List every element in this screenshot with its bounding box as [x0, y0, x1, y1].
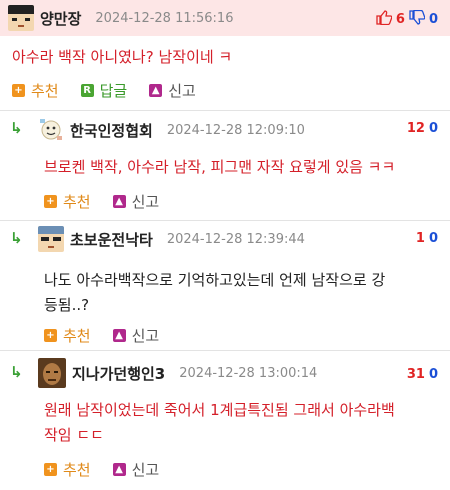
timestamp: 2024-12-28 11:56:16: [95, 10, 234, 26]
nickname[interactable]: 초보운전낙타: [70, 229, 153, 250]
reply-button[interactable]: R 답글: [80, 80, 127, 101]
thumb-up-icon[interactable]: [376, 10, 393, 29]
comment-1: 양만장 2024-12-28 11:56:16 6 0 아수라 백작 아니였나?…: [0, 0, 450, 111]
avatar[interactable]: [38, 226, 64, 252]
timestamp: 2024-12-28 12:39:44: [166, 231, 305, 247]
siren-icon: ▲: [112, 329, 126, 342]
thumb-down-icon[interactable]: [409, 9, 426, 29]
recommend-button[interactable]: + 추천: [44, 191, 91, 212]
comment-text: 원래 남작이었는데 죽어서 1계급특진됨 그래서 아수라백 작임 ㄷㄷ: [44, 398, 444, 448]
downvote-count: 0: [428, 121, 438, 136]
upvote-count: 1: [415, 231, 425, 246]
comment-text: 나도 아수라백작으로 기억하고있는데 언제 남작으로 강 등됨..?: [44, 268, 444, 318]
comment-2: ↳ 한국인정협회 2024-12-28 12:09:10 12 0 브로켄 백작…: [0, 111, 450, 221]
comment-4: ↳ 지나가던행인3 2024-12-28 13:00:14 31 0 원래 남작…: [0, 351, 450, 490]
upvote-count: 6: [395, 12, 405, 27]
downvote-count: 0: [428, 231, 438, 246]
avatar[interactable]: [38, 117, 64, 143]
downvote-count: 0: [428, 12, 438, 27]
report-button[interactable]: ▲ 신고: [112, 325, 159, 346]
reply-arrow-icon: ↳: [10, 229, 23, 247]
upvote-count: 12: [406, 121, 425, 136]
plus-icon: +: [44, 463, 57, 476]
plus-icon: +: [44, 329, 57, 342]
nickname[interactable]: 양만장: [40, 8, 81, 29]
downvote-count: 0: [428, 367, 438, 382]
plus-icon: +: [12, 84, 25, 97]
nickname[interactable]: 지나가던행인3: [72, 363, 165, 384]
timestamp: 2024-12-28 13:00:14: [179, 365, 318, 381]
comment-text-line: 나도 아수라백작으로 기억하고있는데 언제 남작으로 강: [44, 271, 386, 289]
avatar[interactable]: [38, 358, 66, 388]
comment-text-line: 작임 ㄷㄷ: [44, 426, 104, 444]
avatar[interactable]: [8, 5, 34, 31]
nickname[interactable]: 한국인정협회: [70, 120, 153, 141]
report-button[interactable]: ▲ 신고: [149, 80, 196, 101]
comment-text-line: 원래 남작이었는데 죽어서 1계급특진됨 그래서 아수라백: [44, 401, 395, 419]
report-button[interactable]: ▲ 신고: [112, 191, 159, 212]
comment-text: 브로켄 백작, 아수라 남작, 피그맨 자작 요렇게 있음 ㅋㅋ: [44, 158, 396, 176]
reply-arrow-icon: ↳: [10, 119, 23, 137]
timestamp: 2024-12-28 12:09:10: [166, 122, 305, 138]
recommend-button[interactable]: + 추천: [12, 80, 59, 101]
siren-icon: ▲: [112, 463, 126, 476]
reply-r-icon: R: [80, 84, 94, 97]
plus-icon: +: [44, 195, 57, 208]
report-button[interactable]: ▲ 신고: [112, 459, 159, 480]
siren-icon: ▲: [149, 84, 163, 97]
recommend-button[interactable]: + 추천: [44, 325, 91, 346]
comment-text-line: 등됨..?: [44, 296, 90, 314]
reply-arrow-icon: ↳: [10, 363, 23, 381]
comment-text: 아수라 백작 아니였나? 남작이네 ㅋ: [12, 48, 233, 66]
upvote-count: 31: [406, 367, 425, 382]
comment-3: ↳ 초보운전낙타 2024-12-28 12:39:44 1 0 나도 아수라백…: [0, 221, 450, 351]
siren-icon: ▲: [112, 195, 126, 208]
recommend-button[interactable]: + 추천: [44, 459, 91, 480]
